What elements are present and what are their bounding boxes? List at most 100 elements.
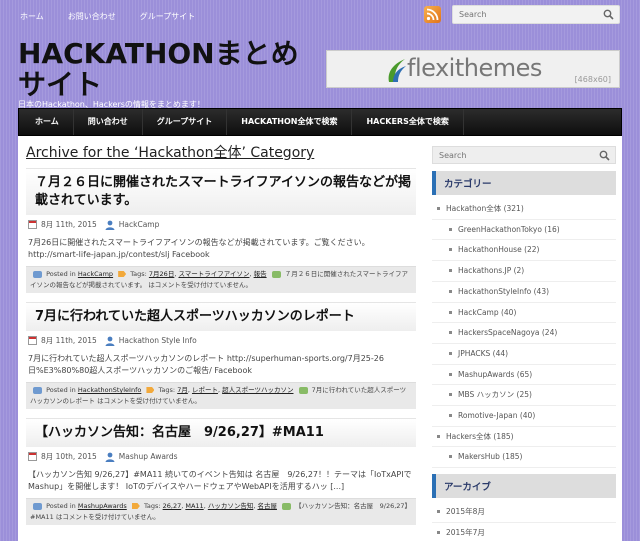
post-author[interactable]: Hackathon Style Info — [119, 336, 197, 345]
rss-icon[interactable] — [424, 6, 441, 23]
top-nav-home[interactable]: ホーム — [20, 11, 44, 22]
sidebar: カテゴリー Hackathon全体 (321)GreenHackathonTok… — [432, 146, 616, 541]
archive-item[interactable]: 2015年8月 — [432, 502, 616, 523]
category-item[interactable]: MakersHub (185) — [432, 447, 616, 469]
post-title[interactable]: 7月に行われていた超人スポーツハッカソンのレポート — [26, 302, 416, 331]
banner-ad[interactable]: flexithemes [468x60] — [326, 50, 620, 88]
category-item[interactable]: Hackathon全体 (321) — [432, 199, 616, 220]
sidebar-search-input[interactable] — [433, 147, 573, 164]
post: 7月に行われていた超人スポーツハッカソンのレポート 8月 11th, 2015 … — [26, 302, 416, 409]
calendar-icon — [28, 452, 37, 461]
main-nav-contact[interactable]: 問い合わせ — [74, 109, 143, 135]
post-title[interactable]: 【ハッカソン告知：名古屋 9/26,27】#MA11 — [26, 418, 416, 447]
calendar-icon — [28, 336, 37, 345]
category-item[interactable]: MashupAwards (65) — [432, 365, 616, 386]
category-item[interactable]: GreenHackathonTokyo (16) — [432, 220, 616, 241]
post-date: 8月 11th, 2015 — [41, 336, 97, 345]
category-item[interactable]: Hackers全体 (185) — [432, 427, 616, 448]
top-search-input[interactable] — [453, 6, 593, 23]
category-list: Hackathon全体 (321) GreenHackathonTokyo (16… — [432, 199, 616, 469]
post-author[interactable]: Mashup Awards — [119, 452, 178, 461]
posted-in-label: Posted in — [46, 502, 76, 510]
tag-icon — [118, 271, 127, 277]
post-meta: 8月 11th, 2015 HackCamp — [26, 215, 416, 234]
tag-link[interactable]: MA11 — [185, 502, 203, 510]
archive-title: Archive for the ‘Hackathon全体’ Category — [26, 145, 315, 161]
category-item[interactable]: HackCamp (40) — [432, 303, 616, 324]
post-meta: 8月 10th, 2015 Mashup Awards — [26, 447, 416, 466]
banner-size: [468x60] — [574, 75, 611, 84]
main-nav: ホーム 問い合わせ グループサイト HACKATHON全体で検索 HACKERS… — [18, 108, 622, 136]
post-footer: Posted in MashupAwards Tags: 26,27, MA11… — [26, 498, 416, 525]
post: 【ハッカソン告知：名古屋 9/26,27】#MA11 8月 10th, 2015… — [26, 418, 416, 525]
user-icon — [105, 336, 115, 346]
post-footer: Posted in HackathonStyleInfo Tags: 7月, レ… — [26, 382, 416, 409]
banner-brand: flexithemes — [407, 54, 542, 82]
folder-icon — [33, 386, 42, 394]
user-icon — [105, 220, 115, 230]
comment-icon — [271, 270, 281, 278]
post-date: 8月 11th, 2015 — [41, 220, 97, 229]
search-icon[interactable] — [599, 150, 610, 161]
post-title[interactable]: ７月２６日に開催されたスマートライフアイソンの報告などが掲載されています。 — [26, 168, 416, 215]
top-search-box — [452, 5, 620, 24]
post-date: 8月 10th, 2015 — [41, 452, 97, 461]
main-content: Archive for the ‘Hackathon全体’ Category ７… — [26, 142, 416, 534]
tag-link[interactable]: 超人スポーツハッカソン — [222, 386, 293, 394]
archive-item[interactable]: 2015年7月 — [432, 523, 616, 541]
category-item[interactable]: Hackathons.JP (2) — [432, 261, 616, 282]
user-icon — [105, 452, 115, 462]
folder-icon — [33, 270, 42, 278]
tag-icon — [146, 387, 155, 393]
top-nav: ホーム お問い合わせ グループサイト — [20, 11, 219, 22]
folder-icon — [33, 502, 42, 510]
category-item[interactable]: HackathonStyleInfo (43) — [432, 282, 616, 303]
tag-link[interactable]: ハッカソン告知 — [208, 502, 254, 510]
tag-link[interactable]: 7月26日 — [149, 270, 174, 278]
category-item[interactable]: MBS ハッカソン (25) — [432, 385, 616, 407]
tag-link[interactable]: 報告 — [254, 270, 267, 278]
comment-icon — [298, 386, 308, 394]
posted-in-label: Posted in — [46, 270, 76, 278]
post-footer: Posted in HackCamp Tags: 7月26日, スマートライフア… — [26, 266, 416, 293]
top-bar: ホーム お問い合わせ グループサイト — [0, 0, 640, 36]
main-nav-search-hackers[interactable]: HACKERS全体で検索 — [352, 109, 464, 135]
tag-link[interactable]: 名古屋 — [257, 502, 277, 510]
tags-label: Tags: — [143, 502, 161, 510]
tags-label: Tags: — [130, 270, 147, 278]
posted-in-label: Posted in — [46, 386, 76, 394]
categories-title: カテゴリー — [432, 171, 616, 195]
main-nav-search-hackathon[interactable]: HACKATHON全体で検索 — [227, 109, 353, 135]
tag-link[interactable]: スマートライフアイソン — [178, 270, 249, 278]
category-item[interactable]: JPHACKS (44) — [432, 344, 616, 365]
search-icon[interactable] — [603, 9, 614, 20]
tag-icon — [131, 503, 140, 509]
post-excerpt: 7月26日に開催されたスマートライフアイソンの報告などが掲載されています。ご覧く… — [28, 238, 370, 259]
calendar-icon — [28, 220, 37, 229]
post: ７月２６日に開催されたスマートライフアイソンの報告などが掲載されています。 8月… — [26, 168, 416, 293]
post-category-link[interactable]: MashupAwards — [78, 502, 127, 510]
top-nav-contact[interactable]: お問い合わせ — [68, 11, 116, 22]
post-excerpt: 【ハッカソン告知 9/26,27】#MA11 続いてのイベント告知は 名古屋 9… — [28, 470, 412, 491]
comment-icon — [282, 502, 292, 510]
post-author[interactable]: HackCamp — [119, 220, 160, 229]
tag-link[interactable]: 7月 — [177, 386, 188, 394]
category-item[interactable]: Romotive-Japan (40) — [432, 406, 616, 427]
tags-label: Tags: — [158, 386, 176, 394]
archives-title: アーカイブ — [432, 474, 616, 499]
main-nav-home[interactable]: ホーム — [19, 109, 74, 135]
archive-list: 2015年8月2015年7月2015年6月 — [432, 502, 616, 541]
tag-link[interactable]: レポート — [192, 386, 218, 394]
site-title[interactable]: HACKATHONまとめサイト — [18, 38, 318, 100]
flexithemes-logo-icon — [388, 59, 406, 82]
post-meta: 8月 11th, 2015 Hackathon Style Info — [26, 331, 416, 350]
category-item[interactable]: HackathonHouse (22) — [432, 240, 616, 262]
post-category-link[interactable]: HackathonStyleInfo — [78, 386, 141, 394]
tag-link[interactable]: 26,27 — [163, 502, 182, 510]
top-nav-group-site[interactable]: グループサイト — [140, 11, 196, 22]
post-category-link[interactable]: HackCamp — [78, 270, 113, 278]
main-nav-group-site[interactable]: グループサイト — [143, 109, 228, 135]
sidebar-search-box — [432, 146, 616, 164]
category-item[interactable]: HackersSpaceNagoya (24) — [432, 323, 616, 344]
page-wrapper: Archive for the ‘Hackathon全体’ Category ７… — [18, 136, 622, 541]
